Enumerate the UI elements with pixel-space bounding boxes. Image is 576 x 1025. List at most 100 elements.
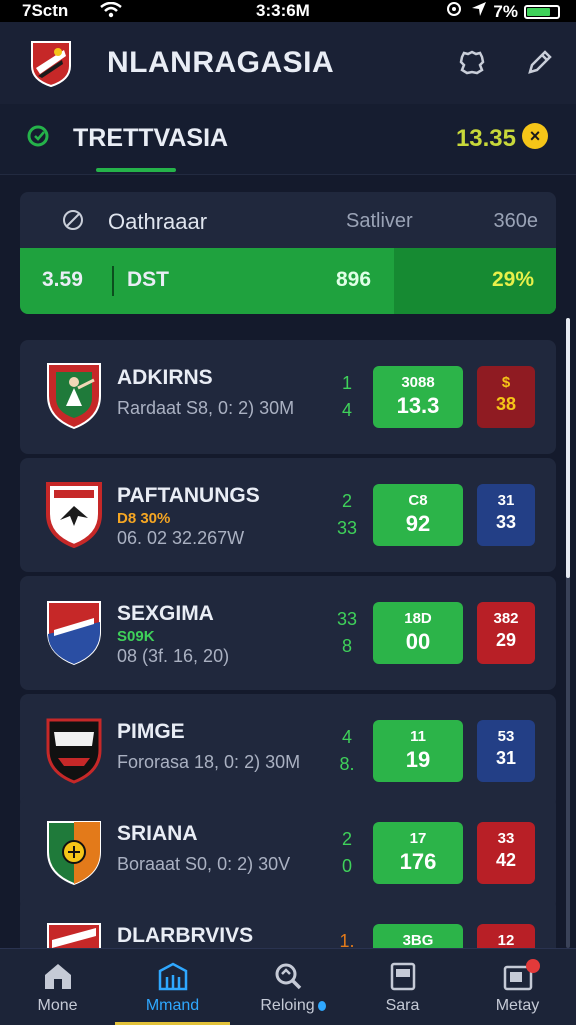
team-crest-icon bbox=[44, 814, 104, 886]
match-detail: Rardaat S8, 0: 2) 30M bbox=[117, 398, 295, 418]
team-name: SEXGIMA bbox=[117, 602, 214, 625]
divider bbox=[112, 266, 114, 296]
odds-button-main[interactable]: 3088 13.3 bbox=[373, 366, 463, 428]
odds-button-side[interactable]: 31 33 bbox=[477, 484, 535, 546]
odds-button-main[interactable]: C8 92 bbox=[373, 484, 463, 546]
status-bar: 7Sctn 3:3:6M 7% bbox=[0, 0, 576, 22]
section-title[interactable]: TRETTVASIA bbox=[73, 124, 228, 153]
team-crest-icon bbox=[44, 358, 104, 430]
match-card[interactable]: SRIANA Boraaat S0, 0: 2) 30V 2 0 17 176 … bbox=[20, 796, 556, 910]
stadium-icon bbox=[153, 959, 193, 993]
tab-reloing[interactable]: Reloing bbox=[230, 949, 345, 1025]
odds-main-value: 92 bbox=[405, 511, 431, 536]
summary-bar: 3.59 DST 896 29% bbox=[20, 248, 556, 314]
odds-main-top: 18D bbox=[404, 610, 432, 627]
team-name: SRIANA bbox=[117, 822, 198, 845]
card-icon bbox=[383, 959, 423, 993]
bottom-tab-bar: Mone Mmand Reloing Sara Metay bbox=[0, 948, 576, 1025]
summary-value-3: 896 bbox=[336, 268, 372, 291]
match-detail: Fororasa 18, 0: 2) 30M bbox=[117, 752, 301, 772]
odds-main-value: 13.3 bbox=[396, 393, 440, 418]
block-icon bbox=[62, 209, 84, 236]
odds-button-main[interactable]: 18D 00 bbox=[373, 602, 463, 664]
tab-label: Mmand bbox=[145, 997, 200, 1014]
team-crest-icon bbox=[44, 594, 104, 666]
tab-label: Reloing bbox=[260, 997, 315, 1014]
status-time: 3:3:6M bbox=[256, 1, 310, 20]
search-icon[interactable] bbox=[26, 124, 52, 155]
status-right: 7% bbox=[443, 1, 560, 22]
odds-main-value: 3BG bbox=[402, 932, 434, 949]
navigation-icon bbox=[471, 1, 487, 22]
team-name: PIMGE bbox=[117, 720, 185, 743]
odds-button-main[interactable]: 11 19 bbox=[373, 720, 463, 782]
tab-sara[interactable]: Sara bbox=[345, 949, 460, 1025]
score-home: 1 bbox=[341, 373, 352, 393]
match-card[interactable]: SEXGIMA S09K 08 (3f. 16, 20) 33 8 18D 00… bbox=[20, 576, 556, 690]
odds-side-value: 31 bbox=[495, 748, 517, 768]
match-card[interactable]: ADKIRNS Rardaat S8, 0: 2) 30M 1 4 3088 1… bbox=[20, 340, 556, 454]
team-tag: D8 30% bbox=[117, 510, 171, 527]
summary-value-4: 29% bbox=[491, 268, 534, 291]
odds-side-top: 33 bbox=[497, 830, 515, 847]
team-name: DLARBRVIVS bbox=[117, 924, 254, 947]
odds-button-side[interactable]: $ 38 bbox=[477, 366, 535, 428]
score-home: 33 bbox=[336, 609, 358, 629]
notification-badge bbox=[526, 959, 540, 973]
tab-home[interactable]: Mone bbox=[0, 949, 115, 1025]
score-home: 2 bbox=[341, 491, 352, 511]
team-tag: S09K bbox=[117, 628, 155, 645]
odds-side-value: 38 bbox=[495, 394, 517, 414]
summary-col-2: 360e bbox=[493, 210, 539, 232]
odds-button-main[interactable]: 17 176 bbox=[373, 822, 463, 884]
score-away: 8. bbox=[339, 754, 355, 774]
odds-side-value: 12 bbox=[497, 932, 515, 949]
settings-icon[interactable] bbox=[455, 46, 489, 80]
scrollbar-thumb[interactable] bbox=[566, 318, 570, 578]
score-home: 4 bbox=[341, 727, 352, 747]
odds-button-side[interactable]: 53 31 bbox=[477, 720, 535, 782]
tab-label: Mone bbox=[37, 997, 78, 1014]
score-away: 0 bbox=[341, 856, 352, 876]
edit-icon[interactable] bbox=[522, 46, 556, 80]
tab-metay[interactable]: Metay bbox=[460, 949, 575, 1025]
odds-side-top: $ bbox=[501, 374, 511, 391]
team-name: ADKIRNS bbox=[117, 366, 213, 389]
app-title: NLANRAGASIA bbox=[107, 46, 335, 79]
score-away: 33 bbox=[336, 518, 358, 538]
odds-main-value: 176 bbox=[399, 849, 437, 874]
odds-side-top: 382 bbox=[493, 610, 519, 627]
subheader: TRETTVASIA 13.35 bbox=[0, 104, 576, 175]
match-card[interactable]: PAFTANUNGS D8 30% 06. 02 32.267W 2 33 C8… bbox=[20, 458, 556, 572]
odds-main-top: C8 bbox=[408, 492, 428, 509]
carrier-label: 7Sctn bbox=[22, 1, 69, 20]
summary-value-2: DST bbox=[127, 268, 169, 291]
battery-percent: 7% bbox=[493, 1, 518, 21]
odds-button-side[interactable]: 33 42 bbox=[477, 822, 535, 884]
odds-main-top: 17 bbox=[409, 830, 427, 847]
odds-side-value: 29 bbox=[495, 630, 517, 650]
scrollbar[interactable] bbox=[566, 318, 570, 948]
odds-side-value: 33 bbox=[495, 512, 517, 532]
odds-main-value: 19 bbox=[405, 747, 431, 772]
match-detail: 06. 02 32.267W bbox=[117, 528, 245, 548]
odds-button-side[interactable]: 382 29 bbox=[477, 602, 535, 664]
score-away: 8 bbox=[341, 636, 352, 656]
summary-col-1: Satliver bbox=[346, 210, 413, 232]
score-home: 2 bbox=[341, 829, 352, 849]
close-icon[interactable]: × bbox=[522, 123, 548, 149]
tab-stadium[interactable]: Mmand bbox=[115, 949, 230, 1025]
match-card[interactable]: PIMGE Fororasa 18, 0: 2) 30M 4 8. 11 19 … bbox=[20, 694, 556, 808]
summary-name: Oathraaar bbox=[108, 209, 208, 234]
odds-main-top: 11 bbox=[410, 728, 426, 745]
tab-label: Metay bbox=[495, 997, 540, 1014]
odds-side-value: 42 bbox=[495, 850, 517, 870]
summary-card[interactable]: Oathraaar Satliver 360e 3.59 DST 896 29% bbox=[20, 192, 556, 314]
odds-main-value: 00 bbox=[405, 629, 431, 654]
odds-side-top: 53 bbox=[497, 728, 515, 745]
team-name: PAFTANUNGS bbox=[117, 484, 260, 507]
section-tab-indicator bbox=[96, 168, 176, 172]
match-detail: Boraaat S0, 0: 2) 30V bbox=[117, 854, 291, 874]
summary-value-1: 3.59 bbox=[42, 268, 83, 291]
app-header: NLANRAGASIA bbox=[0, 22, 576, 106]
